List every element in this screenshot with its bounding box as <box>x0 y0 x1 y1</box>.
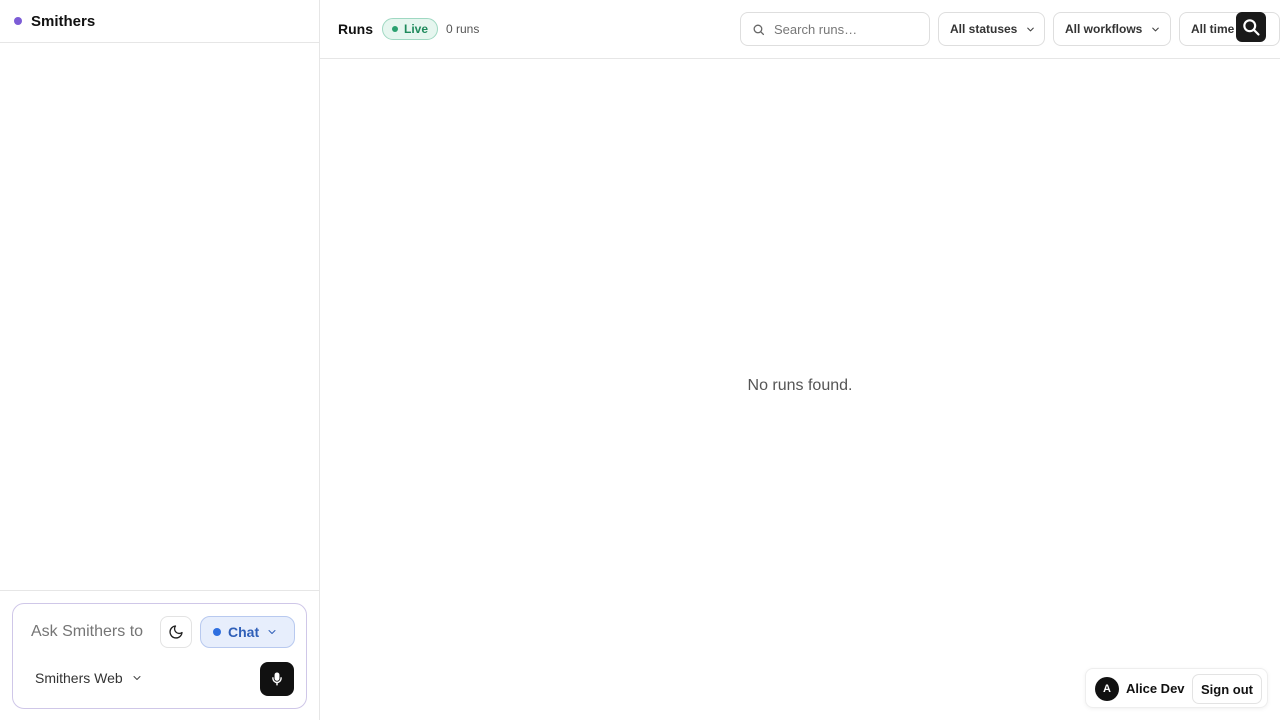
live-dot <box>392 26 398 32</box>
live-label: Live <box>404 22 429 36</box>
theme-toggle-button[interactable] <box>160 616 192 648</box>
chevron-down-icon <box>133 676 141 680</box>
chevron-down-icon <box>1152 27 1160 31</box>
mode-status-dot <box>213 628 221 636</box>
mode-select-button[interactable]: Chat <box>200 616 295 648</box>
microphone-icon <box>272 672 282 686</box>
moon-icon <box>169 625 183 639</box>
global-search-button[interactable] <box>1236 12 1266 42</box>
status-filter-select[interactable]: All statuses <box>938 12 1045 46</box>
sidebar-footer: Chat Smithers Web <box>0 590 319 720</box>
search-icon <box>753 24 765 35</box>
main-panel: Runs Live 0 runs All statuses All workfl… <box>320 0 1280 720</box>
brand-header[interactable]: Smithers <box>0 0 319 43</box>
user-name: Alice Dev <box>1126 681 1185 696</box>
app-root: Smithers Chat Smithers Web <box>0 0 1280 720</box>
page-title: Runs <box>338 21 373 37</box>
chevron-down-icon <box>1027 27 1035 31</box>
time-filter-value: All time <box>1191 22 1235 36</box>
brand-name: Smithers <box>31 12 96 30</box>
avatar: A <box>1095 677 1119 701</box>
live-status-badge: Live <box>382 18 439 40</box>
status-filter-value: All statuses <box>950 22 1018 36</box>
search-box <box>740 12 930 46</box>
workflow-filter-value: All workflows <box>1065 22 1143 36</box>
sign-out-button[interactable]: Sign out <box>1192 674 1262 704</box>
chevron-down-icon <box>268 630 276 634</box>
mode-label: Chat <box>228 624 260 640</box>
sidebar: Smithers Chat Smithers Web <box>0 0 320 720</box>
composer-input[interactable] <box>31 623 161 641</box>
user-menu: A Alice Dev Sign out <box>1085 668 1268 708</box>
search-icon <box>1243 19 1260 36</box>
workflow-filter-select[interactable]: All workflows <box>1053 12 1171 46</box>
run-count: 0 runs <box>446 22 480 36</box>
runs-toolbar: Runs Live 0 runs All statuses All workfl… <box>320 0 1280 59</box>
brand-dot <box>14 17 22 25</box>
empty-state-message: No runs found. <box>747 377 853 394</box>
search-input[interactable] <box>774 21 924 37</box>
workspace-select-button[interactable]: Smithers Web <box>35 670 143 686</box>
voice-input-button[interactable] <box>260 662 294 696</box>
workspace-label: Smithers Web <box>35 670 123 686</box>
chat-composer: Chat Smithers Web <box>12 603 307 709</box>
